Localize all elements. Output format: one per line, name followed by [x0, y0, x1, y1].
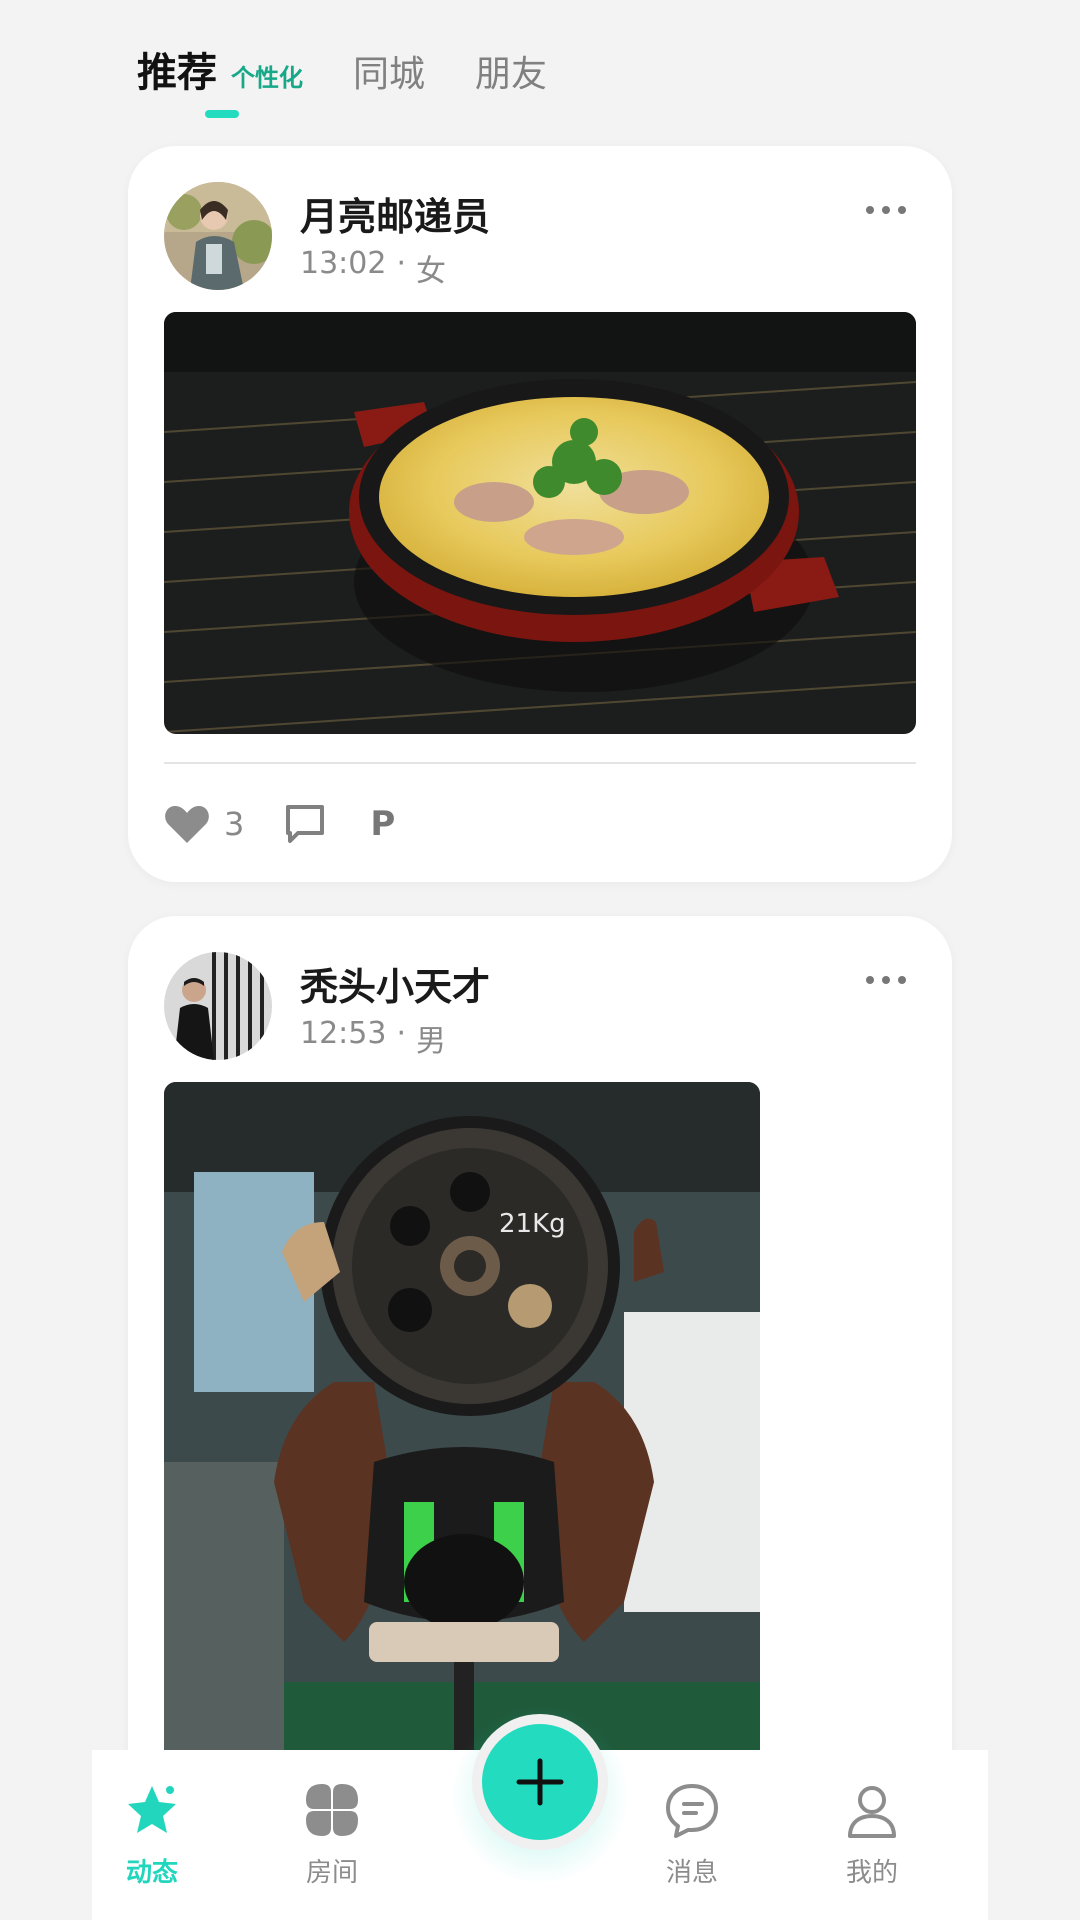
- nav-label: 消息: [665, 1858, 718, 1888]
- tab-local[interactable]: 同城: [353, 45, 425, 97]
- post-time: 13:02: [300, 246, 387, 281]
- nav-item-profile[interactable]: 我的: [812, 1780, 932, 1889]
- plus-icon: [516, 1758, 564, 1806]
- tab-friends[interactable]: 朋友: [475, 45, 547, 97]
- more-options-icon[interactable]: [866, 972, 906, 988]
- avatar[interactable]: [164, 182, 272, 290]
- username[interactable]: 秃头小天才: [300, 956, 490, 1011]
- meta-separator: ·: [396, 1016, 407, 1051]
- post-card[interactable]: 月亮邮递员 13:02 · 女 3 P: [128, 146, 952, 882]
- tab-recommend-sub: 个性化: [231, 64, 303, 92]
- post-photo[interactable]: 21Kg: [164, 1082, 760, 1762]
- more-options-icon[interactable]: [866, 202, 906, 218]
- create-post-button[interactable]: [472, 1714, 608, 1850]
- nav-item-feed[interactable]: 动态: [92, 1780, 212, 1889]
- post-actions: 3 P: [164, 794, 395, 854]
- gender: 男: [416, 1024, 447, 1059]
- meta-separator: ·: [396, 246, 407, 281]
- heart-icon[interactable]: [164, 803, 210, 845]
- like-count: 3: [224, 805, 245, 843]
- post-photo[interactable]: [164, 312, 916, 734]
- profile-icon: [848, 1786, 896, 1838]
- create-post-button-inner[interactable]: [482, 1724, 598, 1840]
- avatar[interactable]: [164, 952, 272, 1060]
- tab-recommend[interactable]: 推荐: [137, 40, 217, 98]
- star-icon: [128, 1786, 176, 1833]
- gender: 女: [416, 254, 447, 289]
- feed-page: 推荐 个性化 同城 朋友 月亮邮递员 13:02 · 女 3 P 秃头小天才 1…: [0, 0, 1080, 1920]
- divider: [164, 762, 916, 764]
- comment-icon[interactable]: [284, 803, 326, 845]
- nav-label: 房间: [305, 1858, 358, 1888]
- nav-label: 动态: [125, 1858, 178, 1888]
- grid-icon: [306, 1784, 358, 1836]
- post-meta: 13:02 · 女: [300, 246, 446, 290]
- top-tabs: 推荐 个性化 同城 朋友: [137, 40, 597, 98]
- p-icon[interactable]: P: [370, 804, 395, 844]
- nav-item-messages[interactable]: 消息: [632, 1780, 752, 1889]
- nav-item-rooms[interactable]: 房间: [272, 1780, 392, 1889]
- post-time: 12:53: [300, 1016, 387, 1051]
- username[interactable]: 月亮邮递员: [300, 186, 490, 241]
- plate-label: 21Kg: [499, 1209, 566, 1239]
- tab-indicator: [205, 110, 239, 118]
- nav-label: 我的: [845, 1858, 898, 1888]
- chat-icon: [666, 1784, 718, 1838]
- post-meta: 12:53 · 男: [300, 1016, 446, 1060]
